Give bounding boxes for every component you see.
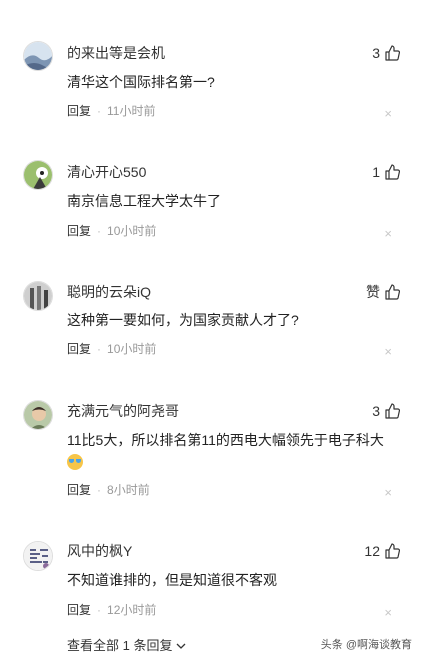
like-button[interactable]: 12 [364,542,400,560]
like-count: 3 [372,45,380,61]
separator-dot: · [97,483,102,497]
close-icon[interactable]: × [384,605,392,621]
avatar[interactable] [23,281,53,311]
close-icon[interactable]: × [384,344,392,360]
like-button[interactable]: 赞 [366,283,400,301]
comment-meta: 回复 · 11小时前 [67,103,155,119]
separator-dot: · [97,603,102,617]
reply-button[interactable]: 回复 [67,223,91,239]
comment-meta: 回复 · 12小时前 [67,602,156,618]
like-button[interactable]: 3 [372,402,400,420]
close-icon[interactable]: × [384,485,392,501]
comment-meta: 回复 · 10小时前 [67,341,156,357]
avatar[interactable] [23,160,53,190]
username[interactable]: 充满元气的阿尧哥 [67,402,179,420]
crying-emoji-icon [67,454,83,470]
like-count: 3 [372,403,380,419]
separator-dot: · [97,224,102,238]
like-count: 12 [364,543,380,559]
reply-button[interactable]: 回复 [67,341,91,357]
view-all-label: 查看全部 1 条回复 [67,638,173,653]
comment-text-content: 11比5大，所以排名第11的西电大幅领先于电子科大 [67,432,384,448]
watermark: 头条 @啊海谈教育 [320,639,412,651]
like-button[interactable]: 1 [372,163,400,181]
chevron-down-icon [177,643,186,649]
timestamp: 12小时前 [107,603,157,617]
like-button[interactable]: 3 [372,44,400,62]
avatar[interactable] [23,41,53,71]
close-icon[interactable]: × [384,226,392,242]
username[interactable]: 聪明的云朵iQ [67,283,151,301]
comment-text: 清华这个国际排名第一? [67,74,215,90]
reply-button[interactable]: 回复 [67,103,91,119]
username[interactable]: 清心开心550 [67,163,146,181]
timestamp: 8小时前 [107,483,150,497]
avatar[interactable] [23,400,53,430]
thumbs-up-icon [385,164,400,180]
thumbs-up-icon [385,543,400,559]
separator-dot: · [97,342,102,356]
like-count: 1 [372,164,380,180]
comment-text: 南京信息工程大学太牛了 [67,193,221,209]
comment-meta: 回复 · 8小时前 [67,482,150,498]
reply-button[interactable]: 回复 [67,602,91,618]
username[interactable]: 的来出等是会机 [67,44,165,62]
like-count: 赞 [366,284,380,300]
view-all-replies-button[interactable]: 查看全部 1 条回复 [67,637,186,655]
separator-dot: · [97,104,102,118]
comment-text: 11比5大，所以排名第11的西电大幅领先于电子科大 [67,429,396,473]
thumbs-up-icon [385,45,400,61]
timestamp: 10小时前 [107,342,157,356]
reply-button[interactable]: 回复 [67,482,91,498]
timestamp: 11小时前 [107,104,156,118]
avatar[interactable] [23,541,53,571]
thumbs-up-icon [385,403,400,419]
comment-text: 这种第一要如何，为国家贡献人才了? [67,312,299,328]
username[interactable]: 风中的枫Y [67,542,132,560]
thumbs-up-icon [385,284,400,300]
timestamp: 10小时前 [107,224,157,238]
close-icon[interactable]: × [384,106,392,122]
comment-text: 不知道谁排的，但是知道很不客观 [67,572,277,588]
comment-meta: 回复 · 10小时前 [67,223,156,239]
